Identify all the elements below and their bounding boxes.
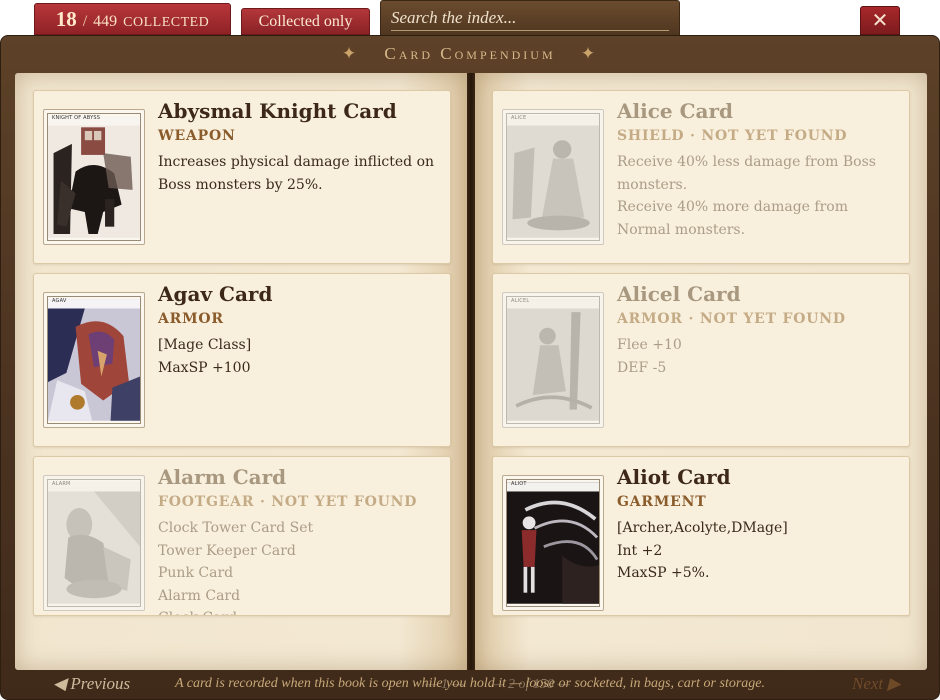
card-type: SHIELD · NOT YET FOUND (617, 128, 848, 144)
description-line: Punk Card (158, 565, 234, 581)
counter-slash: / (82, 13, 88, 30)
card-type: ARMOR (158, 311, 224, 327)
card-description: Increases physical damage inflicted on B… (158, 151, 443, 196)
card-entry[interactable]: ALICE Alice Card SHIELD · NOT YET FOUND … (492, 90, 910, 264)
card-name: Agav Card (158, 282, 273, 306)
star-icon: ✦ (341, 44, 360, 63)
card-name: Alicel Card (617, 282, 741, 306)
card-tag: ALICE (511, 115, 527, 121)
search-input[interactable] (391, 5, 669, 31)
description-line: Receive 40% more damage from Normal mons… (617, 199, 848, 238)
alice-art (507, 116, 599, 238)
description-line: Increases physical damage inflicted on B… (158, 154, 435, 193)
abysmal-knight-art (48, 116, 140, 238)
card-tag: ALICEL (511, 298, 530, 304)
description-line: [Archer,Acolyte,DMage] (617, 520, 788, 536)
card-tag: ALARM (52, 481, 71, 487)
description-line: Clock Tower Card Set (158, 520, 314, 536)
card-thumbnail: ALARM (43, 475, 145, 611)
total-count: 449 (93, 13, 118, 30)
card-thumbnail: ALICEL (502, 292, 604, 428)
right-page: ALICE Alice Card SHIELD · NOT YET FOUND … (475, 73, 927, 693)
description-line: Int +2 (617, 542, 663, 559)
card-name: Alice Card (617, 99, 733, 123)
card-entry[interactable]: ALICEL Alicel Card ARMOR · NOT YET FOUND… (492, 273, 910, 447)
collected-label: COLLECTED (123, 15, 210, 30)
alarm-art (48, 482, 140, 604)
alicel-art (507, 299, 599, 421)
collected-count: 18 (55, 7, 77, 31)
description-line: Clock Card (158, 607, 443, 615)
card-entry[interactable]: AGAV Agav Card ARMOR [Mage Class] MaxSP … (33, 273, 451, 447)
card-entry[interactable]: KNIGHT OF ABYSS Abysmal Knight Card WEAP… (33, 90, 451, 264)
close-icon: ✕ (871, 8, 889, 32)
footer-note: A card is recorded when this book is ope… (174, 676, 766, 691)
description-line: Tower Keeper Card (158, 542, 296, 559)
card-tag: KNIGHT OF ABYSS (52, 115, 101, 121)
description-line: Flee +10 (617, 337, 682, 353)
card-entry[interactable]: ALIOT Aliot Card GARMENT [Archer,Acolyte… (492, 456, 910, 616)
description-line: [Mage Class] (158, 337, 252, 353)
card-thumbnail: ALICE (502, 109, 604, 245)
card-thumbnail: ALIOT (502, 475, 604, 611)
card-description: [Mage Class] MaxSP +100 (158, 334, 443, 379)
card-name: Aliot Card (617, 465, 731, 489)
card-art: ALIOT (506, 479, 600, 607)
close-button[interactable]: ✕ (860, 6, 900, 35)
description-line: MaxSP +5%. (617, 565, 710, 581)
search-box (380, 0, 680, 35)
card-thumbnail: AGAV (43, 292, 145, 428)
card-tag: ALIOT (511, 481, 527, 487)
collected-only-toggle[interactable]: Collected only (241, 8, 370, 35)
card-art: KNIGHT OF ABYSS (47, 113, 141, 241)
book-title-row: ✦ Card Compendium ✦ (1, 44, 939, 64)
card-art: AGAV (47, 296, 141, 424)
description-line: Alarm Card (158, 587, 241, 604)
agav-art (48, 299, 140, 421)
card-description: Flee +10 DEF -5 (617, 334, 902, 379)
description-line: MaxSP +100 (158, 359, 251, 376)
star-icon: ✦ (580, 44, 599, 63)
description-line: DEF -5 (617, 359, 667, 376)
card-description: Receive 40% less damage from Boss monste… (617, 151, 902, 241)
aliot-art (507, 482, 599, 604)
card-tag: AGAV (52, 298, 67, 304)
card-type: WEAPON (158, 128, 236, 144)
card-thumbnail: KNIGHT OF ABYSS (43, 109, 145, 245)
card-art: ALICE (506, 113, 600, 241)
card-type: GARMENT (617, 494, 707, 510)
card-art: ALICEL (506, 296, 600, 424)
book-spine (467, 73, 475, 670)
card-type: FOOTGEAR · NOT YET FOUND (158, 494, 418, 510)
card-description: [Archer,Acolyte,DMage] Int +2 MaxSP +5%. (617, 517, 902, 585)
card-entry[interactable]: ALARM Alarm Card FOOTGEAR · NOT YET FOUN… (33, 456, 451, 616)
card-type: ARMOR · NOT YET FOUND (617, 311, 846, 327)
book-title: Card Compendium (384, 44, 556, 63)
card-name: Alarm Card (158, 465, 287, 489)
card-art: ALARM (47, 479, 141, 607)
compendium-book: ✦ Card Compendium ✦ KNIGHT OF ABYSS Abys… (0, 35, 940, 700)
description-line: Receive 40% less damage from Boss monste… (617, 154, 876, 193)
collected-counter: 18 / 449 COLLECTED (34, 3, 231, 35)
card-name: Abysmal Knight Card (158, 99, 397, 123)
card-description: Clock Tower Card Set Tower Keeper Card P… (158, 517, 443, 615)
left-page: KNIGHT OF ABYSS Abysmal Knight Card WEAP… (15, 73, 467, 693)
